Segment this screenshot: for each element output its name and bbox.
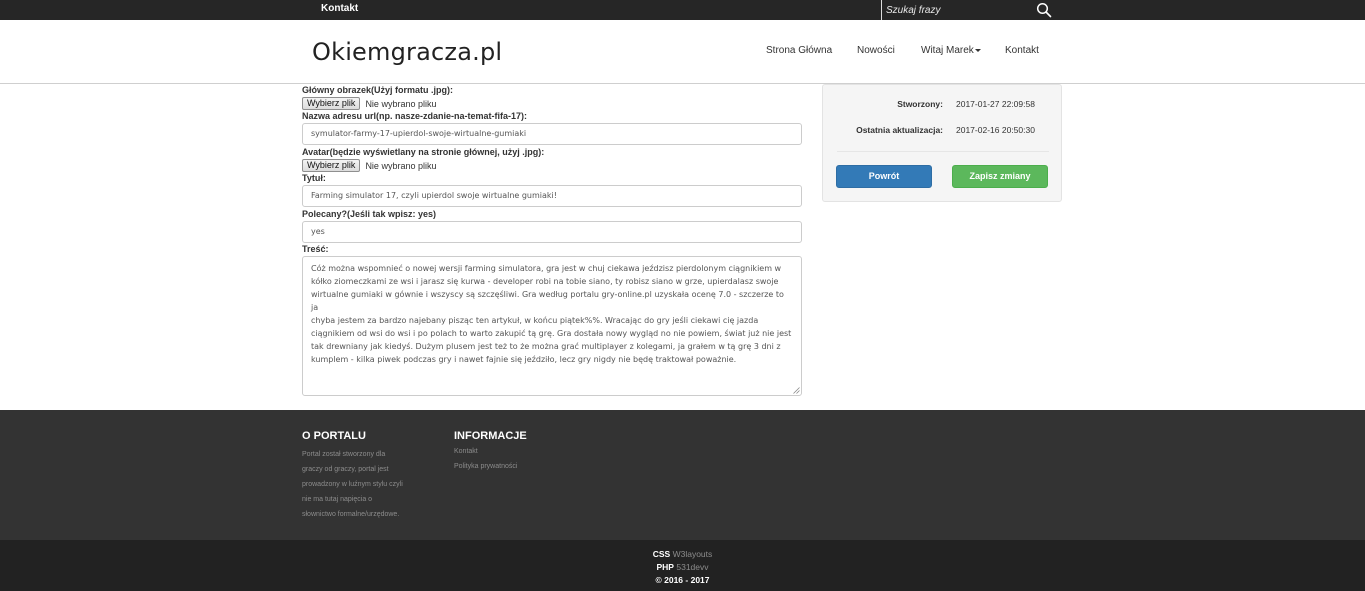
content-label: Treść: <box>302 244 329 254</box>
main-image-file-status: Nie wybrano pliku <box>365 98 437 109</box>
title-label: Tytuł: <box>302 173 326 183</box>
footer-about-text: Portal został stworzony dla graczy od gr… <box>302 447 427 522</box>
site-header: Okiemgracza.pl Strona Główna Nowości Wit… <box>0 20 1365 84</box>
footer-link-contact[interactable]: Kontakt <box>454 448 478 455</box>
updated-label: Ostatnia aktualizacja: <box>856 125 943 135</box>
main-image-choose-button[interactable]: Wybierz plik <box>302 97 361 110</box>
avatar-label: Avatar(będzie wyświetlany na stronie głó… <box>302 147 545 157</box>
credits-php-value[interactable]: 531devv <box>676 562 708 572</box>
footer-link-privacy[interactable]: Polityka prywatności <box>454 463 517 470</box>
created-label: Stworzony: <box>897 99 943 109</box>
created-value: 2017-01-27 22:09:58 <box>956 99 1035 109</box>
avatar-file-input: Wybierz plik Nie wybrano pliku <box>302 159 436 172</box>
nav-home[interactable]: Strona Główna <box>766 45 832 56</box>
save-changes-button[interactable]: Zapisz zmiany <box>952 165 1048 188</box>
avatar-file-status: Nie wybrano pliku <box>365 160 437 171</box>
footer-info-title: INFORMACJE <box>454 430 527 442</box>
title-input[interactable]: Farming simulator 17, czyli upierdol swo… <box>302 185 802 207</box>
footer-about-line: nie ma tutaj napięcia o <box>302 496 373 503</box>
nav-contact[interactable]: Kontakt <box>1005 45 1039 56</box>
nav-user-label: Witaj Marek <box>921 45 974 56</box>
back-button[interactable]: Powrót <box>836 165 932 188</box>
main-image-label: Główny obrazek(Użyj formatu .jpg): <box>302 85 454 95</box>
content-line: kumplem - kilka piwek podczas gry i nawe… <box>311 355 737 364</box>
resize-grip-icon[interactable] <box>793 387 800 394</box>
top-contact-link[interactable]: Kontakt <box>321 3 358 14</box>
content-line: ciągnikiem od wsi do wsi i po polach to … <box>311 329 792 338</box>
top-bar: Kontakt <box>0 0 1365 20</box>
content-textarea[interactable]: Cóż można wspomnieć o nowej wersji farmi… <box>302 256 802 396</box>
footer-about-line: Portal został stworzony dla <box>302 451 386 458</box>
content-line: chyba jestem za bardzo najebany pisząc t… <box>311 316 759 325</box>
article-meta-panel: Stworzony: 2017-01-27 22:09:58 Ostatnia … <box>822 84 1062 202</box>
search-input[interactable] <box>886 2 1026 18</box>
site-logo[interactable]: Okiemgracza.pl <box>312 38 502 66</box>
search-divider <box>881 0 882 20</box>
updated-value: 2017-02-16 20:50:30 <box>956 125 1035 135</box>
footer-about-title: O PORTALU <box>302 430 366 442</box>
credits-css-label: CSS <box>652 549 671 559</box>
content-line: Cóż można wspomnieć o nowej wersji farmi… <box>311 264 782 273</box>
credits-css-value[interactable]: W3layouts <box>673 549 713 559</box>
credits-bar: CSS W3layouts PHP 531devv © 2016 - 2017 <box>0 540 1365 591</box>
credits-php-label: PHP <box>656 562 674 572</box>
site-footer: O PORTALU Portal został stworzony dla gr… <box>0 410 1365 540</box>
nav-user-dropdown[interactable]: Witaj Marek <box>921 45 981 56</box>
recommended-label: Polecany?(Jeśli tak wpisz: yes) <box>302 209 437 219</box>
search-icon[interactable] <box>1036 2 1052 18</box>
url-label: Nazwa adresu url(np. nasze-zdanie-na-tem… <box>302 111 528 121</box>
content-line: tak drewniany jak kiedyś. Dużym plusem j… <box>311 342 781 351</box>
footer-about-line: prowadzony w luźnym stylu czyli <box>302 481 403 488</box>
avatar-choose-button[interactable]: Wybierz plik <box>302 159 361 172</box>
url-input[interactable]: symulator-farmy-17-upierdol-swoje-wirtua… <box>302 123 802 145</box>
copyright: © 2016 - 2017 <box>655 575 710 585</box>
nav-news[interactable]: Nowości <box>857 45 895 56</box>
footer-about-line: słownictwo formalne/urzędowe. <box>302 511 400 518</box>
footer-about-line: graczy od graczy, portal jest <box>302 466 389 473</box>
panel-divider <box>837 151 1049 152</box>
recommended-input[interactable]: yes <box>302 221 802 243</box>
caret-down-icon <box>974 48 981 52</box>
credits-php: PHP 531devv <box>0 562 1365 572</box>
content-line: wirtualne gumiaki w gównie i wszyscy są … <box>311 290 784 312</box>
main-image-file-input: Wybierz plik Nie wybrano pliku <box>302 97 436 110</box>
content-line: kółko ziomeczkami ze wsi i jarasz się ku… <box>311 277 779 286</box>
credits-css: CSS W3layouts <box>0 549 1365 559</box>
